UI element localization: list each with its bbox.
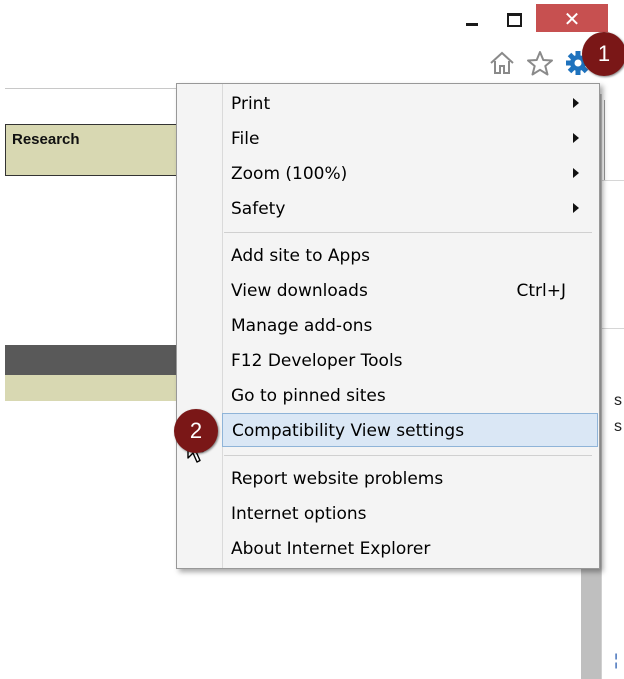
menu-item-label: File [231,129,260,149]
menu-item-label: Zoom (100%) [231,164,348,184]
menu-separator [224,232,592,233]
submenu-arrow-icon [573,203,579,213]
menu-item-label: Internet options [231,504,367,524]
right-page-strip [601,94,624,679]
content-band-dark [5,345,181,375]
menu-item-internet-options[interactable]: Internet options [222,496,598,530]
menu-item-label: F12 Developer Tools [231,351,403,371]
menu-item-about-internet-explorer[interactable]: About Internet Explorer [222,531,598,565]
step-1-callout: 1 [582,32,624,76]
menu-item-report-website-problems[interactable]: Report website problems [222,461,598,495]
menu-item-manage-add-ons[interactable]: Manage add-ons [222,308,598,342]
content-band-tan [5,375,181,401]
menu-item-print[interactable]: Print [222,86,598,120]
close-icon: ✕ [563,7,581,31]
menu-item-add-site-to-apps[interactable]: Add site to Apps [222,238,598,272]
menu-separator [224,455,592,456]
right-strip-tab-line [604,100,605,180]
menu-item-label: Report website problems [231,469,444,489]
right-strip-border [601,94,602,679]
menu-item-label: About Internet Explorer [231,539,431,559]
menu-item-label: Go to pinned sites [231,386,386,406]
menu-item-safety[interactable]: Safety [222,191,598,225]
submenu-arrow-icon [573,98,579,108]
right-strip-divider [602,180,624,181]
star-icon[interactable] [526,50,554,80]
menu-item-file[interactable]: File [222,121,598,155]
page-text-fragment: s [614,392,622,409]
menu-item-compatibility-view-settings[interactable]: Compatibility View settings [222,413,598,447]
step-2-callout: 2 [174,409,218,453]
minimize-button[interactable] [460,4,484,32]
menu-item-label: Print [231,94,271,114]
page-link-fragment[interactable]: ¦ [614,652,618,670]
menu-item-label: View downloads [231,281,368,301]
right-strip-divider [602,328,624,329]
research-panel: Research [5,124,181,176]
home-icon[interactable] [488,50,516,80]
menu-item-f12-developer-tools[interactable]: F12 Developer Tools [222,343,598,377]
menu-item-label: Compatibility View settings [232,421,465,441]
menu-item-label: Add site to Apps [231,246,370,266]
menu-item-zoom[interactable]: Zoom (100%) [222,156,598,190]
maximize-button[interactable] [500,4,528,32]
submenu-arrow-icon [573,133,579,143]
menu-item-label: Manage add-ons [231,316,373,336]
research-heading: Research [12,131,80,148]
content-divider [5,88,185,89]
title-bar: ✕ [0,0,624,36]
page-text-fragment: s [614,418,622,435]
submenu-arrow-icon [573,168,579,178]
menu-item-view-downloads[interactable]: View downloads Ctrl+J [222,273,598,307]
close-button[interactable]: ✕ [536,4,608,32]
menu-item-shortcut: Ctrl+J [516,281,566,301]
menu-item-label: Safety [231,199,286,219]
menu-item-go-to-pinned-sites[interactable]: Go to pinned sites [222,378,598,412]
